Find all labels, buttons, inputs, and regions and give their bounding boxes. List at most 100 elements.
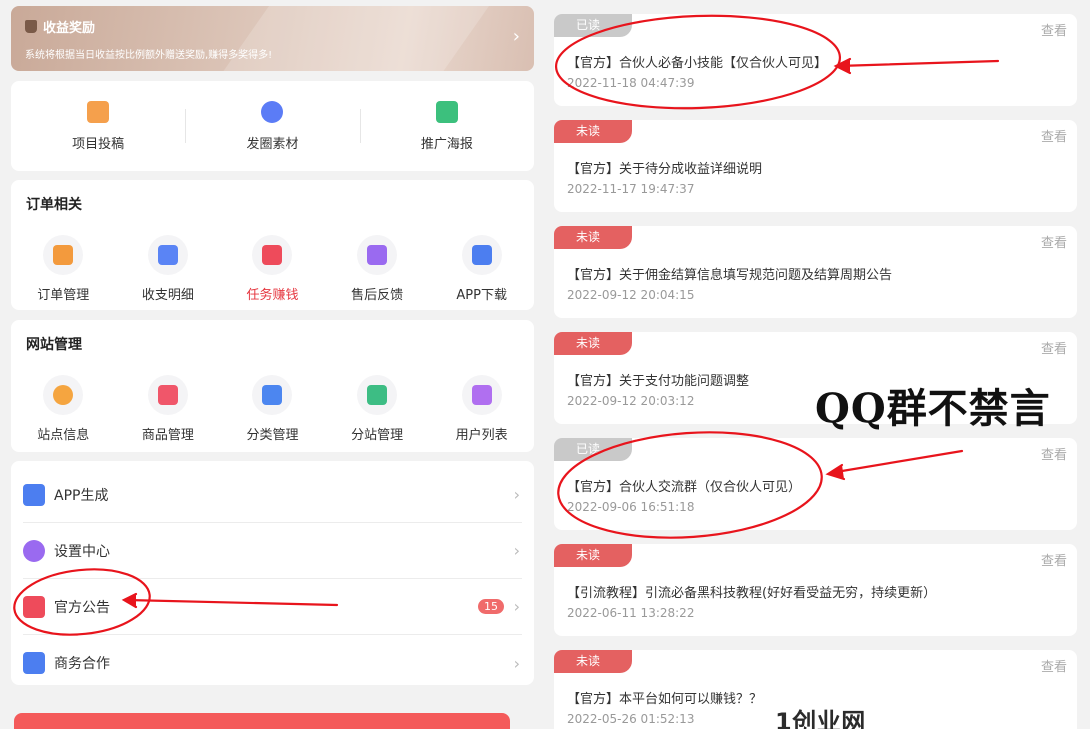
notice-card[interactable]: 已读 查看 【官方】合伙人必备小技能【仅合伙人可见】 2022-11-18 04… [554,14,1077,106]
menu-item-label: 官方公告 [54,599,110,616]
notice-title: 【官方】本平台如何可以赚钱？？ [567,692,763,707]
product-management-item[interactable]: 商品管理 [116,375,221,443]
banner-subtitle: 系统将根据当日收益按比例额外赠送奖励,赚得多奖得多! [25,50,273,61]
aperture-icon [261,100,284,123]
quick-actions-card: 项目投稿 发圈素材 推广海报 [11,81,534,171]
menu-item-announcements[interactable]: 官方公告 15 › [23,579,522,635]
view-link[interactable]: 查看 [1041,444,1067,463]
grid-item-label: 订单管理 [37,288,90,303]
quick-item-label: 项目投稿 [72,136,125,152]
shopping-bag-icon [157,385,178,405]
notice-title: 【引流教程】引流必备黑科技教程(好好看受益无穷，持续更新） [567,586,937,601]
chevron-right-icon: › [512,26,520,47]
grid-item-label: 分类管理 [246,428,299,443]
notice-card[interactable]: 已读 查看 【官方】合伙人交流群（仅合伙人可见） 2022-09-06 16:5… [554,438,1077,530]
banner-decoration [191,6,497,71]
notice-date: 2022-11-18 04:47:39 [567,76,695,90]
grid-item-label: 售后反馈 [351,288,404,303]
site-management-section: 网站管理 站点信息 商品管理 分类管理 分站管理 用户列表 [11,320,534,452]
quick-item-label: 推广海报 [420,136,473,152]
notice-date: 2022-05-26 01:52:13 [567,712,695,726]
task-earn-item[interactable]: 任务赚钱 [220,235,325,303]
status-badge: 未读 [554,226,632,249]
notice-title: 【官方】合伙人交流群（仅合伙人可见） [567,480,802,495]
cube-icon [23,483,45,506]
notice-title: 【官方】合伙人必备小技能【仅合伙人可见】 [567,56,828,71]
notice-date: 2022-09-06 16:51:18 [567,500,695,514]
notice-card[interactable]: 未读 查看 【官方】关于佣金结算信息填写规范问题及结算周期公告 2022-09-… [554,226,1077,318]
banner-title: 收益奖励 [25,17,95,36]
notice-title: 【官方】关于佣金结算信息填写规范问题及结算周期公告 [567,268,893,283]
status-badge: 未读 [554,120,632,143]
view-link[interactable]: 查看 [1041,550,1067,569]
income-details-item[interactable]: 收支明细 [116,235,221,303]
grid-icon [262,385,283,405]
cube-icon [471,245,492,265]
handshake-icon [23,652,45,674]
status-badge: 已读 [554,14,632,37]
quick-item-promo-poster[interactable]: 推广海报 [359,81,534,171]
chevron-right-icon: › [513,485,520,504]
document-edit-icon [87,100,110,123]
earnings-reward-banner[interactable]: 收益奖励 系统将根据当日收益按比例额外赠送奖励,赚得多奖得多! › [11,6,534,71]
menu-list: APP生成 › 设置中心 › 官方公告 15 › 商务合作 › [11,461,534,685]
notice-title: 【官方】关于待分成收益详细说明 [567,162,763,177]
grid-item-label: APP下载 [456,288,507,303]
sitemap-icon [367,385,388,405]
clipboard-icon [53,245,74,265]
section-title: 订单相关 [26,197,82,213]
unread-count-badge: 15 [478,599,504,614]
bottom-action-button[interactable] [14,713,510,729]
money-bag-icon [25,20,37,33]
quick-item-moments-material[interactable]: 发圈素材 [185,81,359,171]
substation-management-item[interactable]: 分站管理 [325,375,430,443]
chevron-right-icon: › [513,541,520,560]
site-watermark: 1创业网www.cywz1.com [775,708,866,729]
menu-item-settings[interactable]: 设置中心 › [23,523,522,579]
grid-item-label: 任务赚钱 [246,288,299,303]
menu-item-app-generate[interactable]: APP生成 › [23,467,522,523]
megaphone-icon [23,595,45,618]
quick-item-project-submit[interactable]: 项目投稿 [11,81,185,171]
grid-item-label: 收支明细 [141,288,194,303]
notice-card[interactable]: 未读 查看 【官方】关于待分成收益详细说明 2022-11-17 19:47:3… [554,120,1077,212]
status-badge: 已读 [554,438,632,461]
notice-date: 2022-06-11 13:28:22 [567,606,695,620]
users-icon [471,385,492,405]
status-badge: 未读 [554,544,632,567]
grid-item-label: 用户列表 [455,428,508,443]
menu-item-label: 设置中心 [54,543,110,560]
menu-item-business-cooperation[interactable]: 商务合作 › [23,635,522,691]
notice-date: 2022-09-12 20:04:15 [567,288,695,302]
menu-item-label: 商务合作 [54,656,110,672]
category-management-item[interactable]: 分类管理 [220,375,325,443]
image-icon [435,100,458,123]
notice-card[interactable]: 未读 查看 【引流教程】引流必备黑科技教程(好好看受益无穷，持续更新） 2022… [554,544,1077,636]
section-title: 网站管理 [26,337,82,353]
view-link[interactable]: 查看 [1041,338,1067,357]
notice-title: 【官方】关于支付功能问题调整 [567,374,750,389]
chat-bubble-icon [367,245,388,265]
app-download-item[interactable]: APP下载 [429,235,534,303]
site-info-item[interactable]: 站点信息 [11,375,116,443]
qq-group-annotation-text: QQ群不禁言 [815,385,1051,432]
chevron-right-icon: › [513,653,520,673]
receipt-icon [157,245,178,265]
view-link[interactable]: 查看 [1041,656,1067,675]
gear-icon [23,539,45,562]
status-badge: 未读 [554,332,632,355]
notice-date: 2022-11-17 19:47:37 [567,182,695,196]
after-sales-feedback-item[interactable]: 售后反馈 [325,235,430,303]
view-link[interactable]: 查看 [1041,126,1067,145]
view-link[interactable]: 查看 [1041,20,1067,39]
left-panel: 收益奖励 系统将根据当日收益按比例额外赠送奖励,赚得多奖得多! › 项目投稿 发… [11,6,534,685]
task-flash-icon [262,245,283,265]
user-list-item[interactable]: 用户列表 [429,375,534,443]
orders-section: 订单相关 订单管理 收支明细 任务赚钱 售后反馈 APP下载 [11,180,534,310]
broadcast-icon [53,385,74,405]
banner-title-text: 收益奖励 [43,21,96,36]
view-link[interactable]: 查看 [1041,232,1067,251]
order-management-item[interactable]: 订单管理 [11,235,116,303]
quick-item-label: 发圈素材 [246,136,299,152]
grid-item-label: 商品管理 [141,428,194,443]
